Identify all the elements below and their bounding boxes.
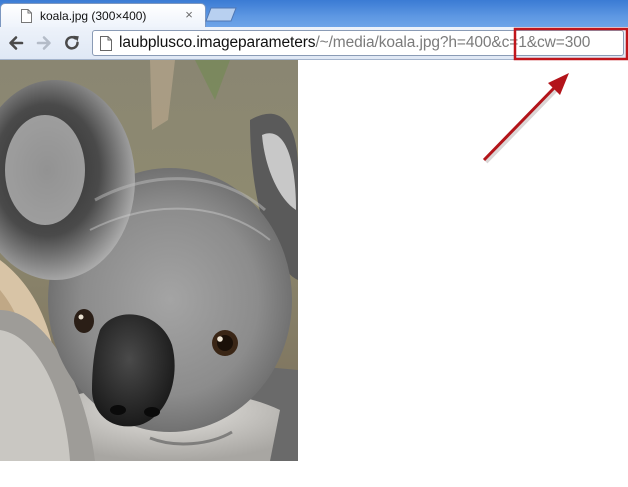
new-tab-button[interactable]	[205, 7, 237, 22]
url-path: /~/media/koala.jpg?h=400&c=1&cw=300	[315, 34, 591, 51]
tab-title: koala.jpg (300×400)	[40, 9, 147, 23]
close-icon[interactable]: ×	[182, 8, 196, 22]
browser-toolbar: laubplusco.imageparameters/~/media/koala…	[0, 27, 628, 60]
back-arrow-icon[interactable]	[6, 33, 26, 53]
reload-icon[interactable]	[62, 33, 82, 53]
arrow-icon	[482, 73, 569, 164]
url-text[interactable]: laubplusco.imageparameters/~/media/koala…	[119, 34, 590, 52]
address-bar[interactable]: laubplusco.imageparameters/~/media/koala…	[92, 30, 624, 56]
url-host: laubplusco.imageparameters	[119, 34, 316, 51]
page-icon	[100, 36, 112, 51]
koala-image	[0, 60, 298, 461]
forward-arrow-icon[interactable]	[34, 33, 54, 53]
page-icon	[21, 9, 32, 23]
tab-strip: koala.jpg (300×400) ×	[0, 0, 628, 28]
tab-koala[interactable]: koala.jpg (300×400) ×	[0, 3, 206, 28]
